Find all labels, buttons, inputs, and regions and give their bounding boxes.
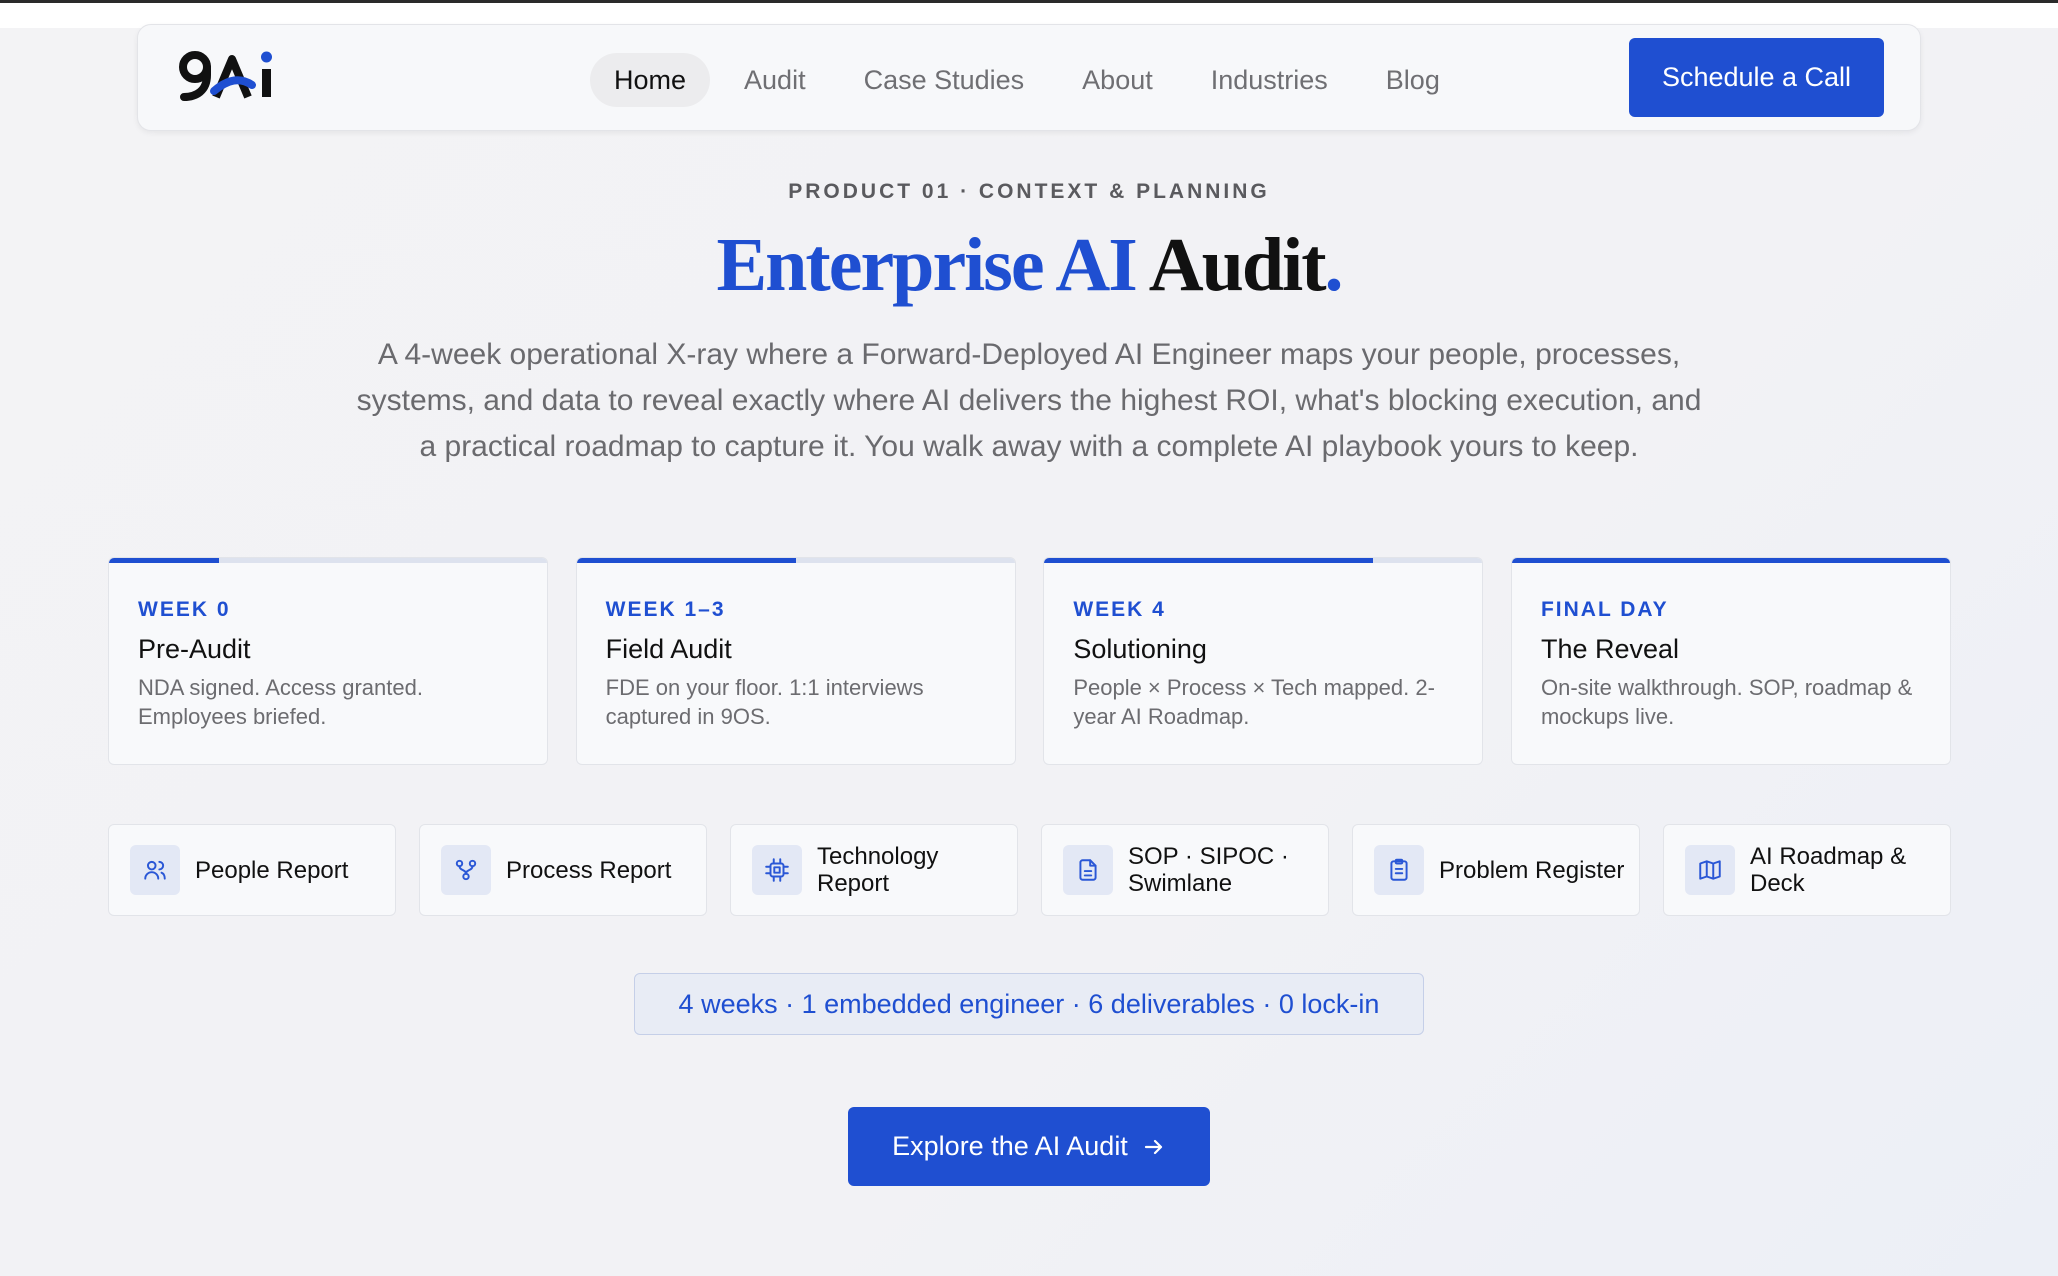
deliverable-label: AI Roadmap & Deck xyxy=(1750,843,1907,897)
progress-track xyxy=(1044,558,1483,563)
nav-item-blog[interactable]: Blog xyxy=(1362,53,1464,107)
brand-logo[interactable] xyxy=(178,45,290,105)
nav-item-audit[interactable]: Audit xyxy=(720,53,830,107)
timeline-description: On-site walkthrough. SOP, roadmap & mock… xyxy=(1540,675,1913,729)
title-dot: . xyxy=(1324,223,1344,307)
timeline-card-week-4: WEEK 4 Solutioning People × Process × Te… xyxy=(1043,557,1484,765)
timeline-card-week-1-3: WEEK 1–3 Field Audit FDE on your floor. … xyxy=(575,557,1016,765)
deliverables-list: People Report Process Report Technology … xyxy=(108,824,1951,916)
explore-button-label: Explore the AI Audit xyxy=(892,1131,1128,1161)
hero-lead-paragraph: A 4-week operational X-ray where a Forwa… xyxy=(356,338,1702,463)
timeline-card-week-0: WEEK 0 Pre-Audit NDA signed. Access gran… xyxy=(108,557,548,765)
timeline-title: Field Audit xyxy=(605,634,732,664)
timeline-description: NDA signed. Access granted. Employees br… xyxy=(138,675,423,729)
audit-summary-badge: 4 weeks · 1 embedded engineer · 6 delive… xyxy=(634,973,1424,1035)
schedule-call-button[interactable]: Schedule a Call xyxy=(1629,38,1884,117)
timeline-card-final-day: FINAL DAY The Reveal On-site walkthrough… xyxy=(1510,557,1951,765)
timeline-tag: WEEK 4 xyxy=(1073,598,1166,621)
deliverable-process-report[interactable]: Process Report xyxy=(419,824,707,916)
timeline-cards: WEEK 0 Pre-Audit NDA signed. Access gran… xyxy=(108,557,1951,765)
nav-item-home[interactable]: Home xyxy=(590,53,711,107)
document-icon xyxy=(1063,845,1113,895)
progress-track xyxy=(109,558,547,563)
progress-fill xyxy=(109,558,219,563)
title-dark-text: Audit xyxy=(1148,223,1327,307)
deliverable-label: Problem Register xyxy=(1439,856,1625,884)
clipboard-icon xyxy=(1374,845,1424,895)
deliverable-sop-sipoc-swimlane[interactable]: SOP · SIPOC · Swimlane xyxy=(1041,824,1329,916)
explore-ai-audit-button[interactable]: Explore the AI Audit xyxy=(848,1107,1210,1186)
nav-item-about[interactable]: About xyxy=(1058,53,1177,107)
users-icon xyxy=(130,845,180,895)
deliverable-label: People Report xyxy=(195,856,349,884)
timeline-title: The Reveal xyxy=(1540,634,1680,664)
deliverable-label: Process Report xyxy=(506,856,672,884)
nav-item-case-studies[interactable]: Case Studies xyxy=(840,53,1049,107)
chip-icon xyxy=(752,845,802,895)
progress-fill xyxy=(576,558,796,563)
deliverable-people-report[interactable]: People Report xyxy=(108,824,396,916)
deliverable-technology-report[interactable]: Technology Report xyxy=(730,824,1018,916)
timeline-tag: FINAL DAY xyxy=(1540,598,1669,621)
nav-item-industries[interactable]: Industries xyxy=(1187,53,1352,107)
progress-fill xyxy=(1044,558,1373,563)
progress-track xyxy=(1511,558,1950,563)
timeline-tag: WEEK 1–3 xyxy=(605,598,726,621)
map-icon xyxy=(1685,845,1735,895)
timeline-title: Solutioning xyxy=(1073,634,1207,664)
deliverable-label: Technology Report xyxy=(817,843,939,897)
page-title: Enterprise AI Audit. xyxy=(0,222,2058,309)
workflow-icon xyxy=(441,845,491,895)
deliverable-problem-register[interactable]: Problem Register xyxy=(1352,824,1640,916)
timeline-title: Pre-Audit xyxy=(138,634,251,664)
9ai-logo-icon xyxy=(179,51,272,101)
timeline-tag: WEEK 0 xyxy=(138,598,231,621)
timeline-description: People × Process × Tech mapped. 2-year A… xyxy=(1073,675,1435,729)
deliverable-ai-roadmap-deck[interactable]: AI Roadmap & Deck xyxy=(1663,824,1951,916)
progress-fill xyxy=(1511,558,1950,563)
hero-eyebrow: PRODUCT 01 · CONTEXT & PLANNING xyxy=(788,180,1270,203)
nav-links: Home Audit Case Studies About Industries… xyxy=(590,53,1474,107)
progress-track xyxy=(576,558,1015,563)
top-navigation: Home Audit Case Studies About Industries… xyxy=(137,24,1921,131)
arrow-right-icon xyxy=(1142,1135,1166,1159)
deliverable-label: SOP · SIPOC · Swimlane xyxy=(1128,843,1289,897)
timeline-description: FDE on your floor. 1:1 interviews captur… xyxy=(605,675,924,729)
title-accent-text: Enterprise AI xyxy=(716,223,1137,307)
